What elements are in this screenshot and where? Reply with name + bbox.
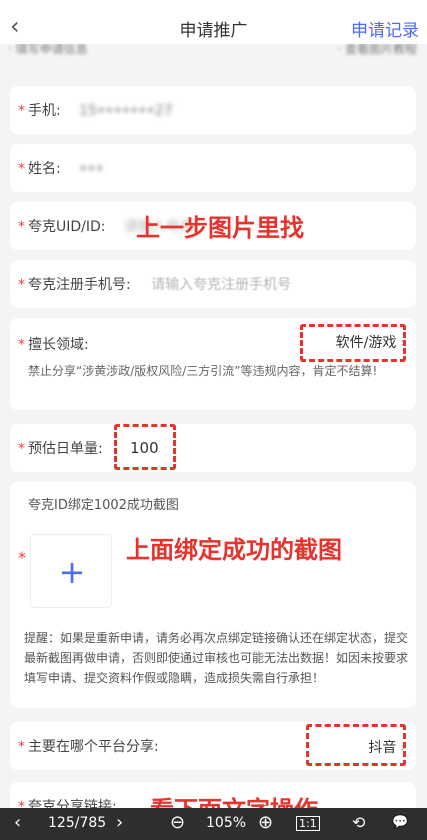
next-page-icon[interactable]: ›: [116, 812, 123, 833]
actual-size-icon[interactable]: 1:1: [296, 816, 320, 831]
uid-label: 夸克UID/ID:: [28, 219, 106, 235]
screenshot-upload-card: 夸克ID绑定1002成功截图 * + 提醒：如果是重新申请，请务必再次点绑定链接…: [10, 482, 416, 708]
phone-value: 15•••••••27: [79, 103, 173, 119]
rotate-icon[interactable]: ⟲: [352, 813, 365, 832]
required-asterisk: *: [18, 441, 25, 457]
page-indicator: 125/785: [48, 815, 107, 831]
screenshot-label: 夸克ID绑定1002成功截图: [28, 498, 179, 513]
reg-phone-input[interactable]: 请输入夸克注册手机号: [151, 277, 291, 293]
required-asterisk: *: [18, 219, 25, 235]
viewer-toolbar: ‹ 125/785 › ⊖ 105% ⊕ 1:1 ⟲ 💬: [0, 808, 427, 840]
highlight-box-estimate: [114, 424, 176, 470]
required-asterisk: *: [18, 161, 25, 177]
resubmission-tip: 提醒：如果是重新申请，请务必再次点绑定链接确认还在绑定状态，提交最新截图再做申请…: [24, 631, 409, 685]
annotation-binding-screenshot: 上面绑定成功的截图: [126, 536, 342, 564]
plus-icon: +: [58, 553, 86, 591]
previous-page-icon[interactable]: ‹: [14, 812, 21, 833]
peek-left-text: · 填写申请信息: [8, 44, 88, 56]
reg-phone-label: 夸克注册手机号:: [28, 277, 131, 293]
comment-icon[interactable]: 💬: [392, 815, 408, 830]
required-asterisk: *: [18, 103, 25, 119]
required-asterisk: *: [18, 548, 26, 567]
upload-image-button[interactable]: +: [30, 534, 112, 608]
name-row: * 姓名: •••: [10, 144, 416, 192]
domain-label: 擅长领域:: [28, 337, 89, 353]
required-asterisk: *: [18, 739, 25, 755]
estimate-row[interactable]: * 预估日单量: 100: [10, 424, 416, 472]
highlight-box-domain: [300, 324, 406, 362]
phone-label: 手机:: [28, 103, 61, 119]
platform-label: 主要在哪个平台分享:: [28, 739, 159, 755]
scrolled-header-strip: · 填写申请信息 · 查看图片教程: [0, 44, 427, 58]
highlight-box-platform: [306, 724, 406, 766]
zoom-out-icon[interactable]: ⊖: [170, 812, 185, 833]
reg-phone-row[interactable]: * 夸克注册手机号: 请输入夸克注册手机号: [10, 260, 416, 308]
phone-row: * 手机: 15•••••••27: [10, 86, 416, 134]
zoom-level: 105%: [206, 815, 247, 831]
peek-right-text: · 查看图片教程: [337, 44, 417, 56]
name-label: 姓名:: [28, 161, 61, 177]
zoom-in-icon[interactable]: ⊕: [258, 812, 273, 833]
name-value: •••: [79, 161, 104, 177]
annotation-find-in-previous-image: 上一步图片里找: [136, 214, 304, 242]
domain-warning-note: 禁止分享“涉黄涉政/版权风险/三方引流”等违规内容，肯定不结算!: [28, 364, 378, 378]
estimate-label: 预估日单量:: [28, 441, 103, 457]
required-asterisk: *: [18, 277, 25, 293]
required-asterisk: *: [18, 337, 25, 353]
application-records-link[interactable]: 申请记录: [351, 16, 419, 41]
